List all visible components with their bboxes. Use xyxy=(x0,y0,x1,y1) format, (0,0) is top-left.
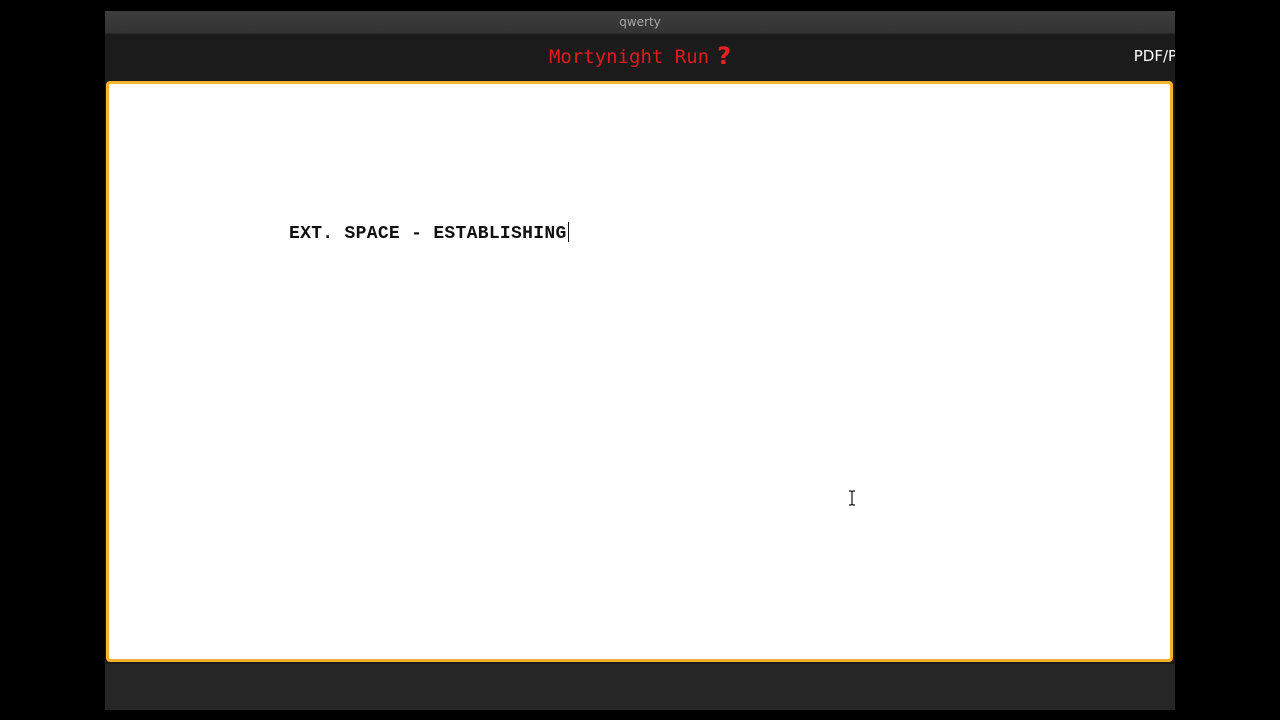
document-header: Mortynight Run? PDF/Pr xyxy=(105,34,1175,79)
text-caret xyxy=(567,222,569,242)
document-title[interactable]: Mortynight Run xyxy=(549,46,709,68)
ibeam-cursor-icon xyxy=(849,490,855,506)
scene-heading-text: EXT. SPACE - ESTABLISHING xyxy=(289,224,567,244)
scene-heading[interactable]: EXT. SPACE - ESTABLISHING xyxy=(289,222,569,244)
document-title-bar: Mortynight Run? xyxy=(105,34,1175,79)
window-titlebar[interactable]: qwerty xyxy=(105,11,1175,34)
app-window: qwerty Mortynight Run? PDF/Pr EXT. SPACE… xyxy=(105,11,1175,710)
screenplay-editor[interactable]: EXT. SPACE - ESTABLISHING xyxy=(106,81,1173,662)
bottom-bar xyxy=(105,664,1175,710)
question-mark-icon[interactable]: ? xyxy=(717,34,731,78)
window-title: qwerty xyxy=(619,15,661,29)
pdf-print-link[interactable]: PDF/Pr xyxy=(1134,34,1175,78)
